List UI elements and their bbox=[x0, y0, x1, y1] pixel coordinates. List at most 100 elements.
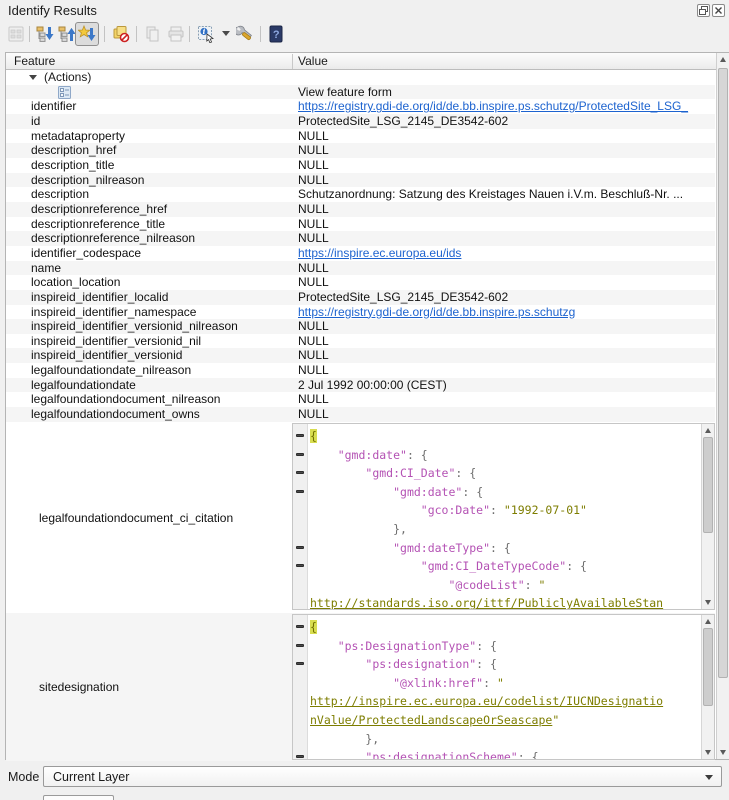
toolbar-separator bbox=[136, 26, 137, 42]
attribute-link[interactable]: https://registry.gdi-de.org/id/de.bb.ins… bbox=[298, 305, 575, 319]
table-row[interactable]: idProtectedSite_LSG_2145_DE3542-602 bbox=[6, 114, 715, 129]
fold-marker-icon[interactable] bbox=[296, 755, 304, 758]
attribute-value[interactable]: https://registry.gdi-de.org/id/de.bb.ins… bbox=[298, 305, 715, 320]
scroll-up-icon[interactable] bbox=[717, 53, 729, 66]
mode-bar: Mode Current Layer bbox=[0, 762, 729, 792]
table-row[interactable]: legalfoundationdocument_nilreasonNULL bbox=[6, 392, 715, 407]
attribute-value[interactable]: https://inspire.ec.europa.eu/ids bbox=[298, 246, 715, 261]
table-row[interactable]: legalfoundationdocument_ownsNULL bbox=[6, 407, 715, 422]
column-divider[interactable] bbox=[292, 54, 293, 69]
fold-gutter[interactable] bbox=[293, 424, 308, 609]
table-scrollbar[interactable] bbox=[716, 53, 729, 759]
fold-marker-icon[interactable] bbox=[296, 644, 304, 647]
table-row[interactable]: View feature form bbox=[6, 85, 715, 100]
attribute-value: 2 Jul 1992 00:00:00 (CEST) bbox=[298, 378, 715, 393]
copy-feature-icon[interactable] bbox=[141, 22, 165, 46]
attribute-value: NULL bbox=[298, 231, 715, 246]
close-icon[interactable] bbox=[712, 4, 725, 17]
fold-marker-icon[interactable] bbox=[296, 453, 304, 456]
view-combobox-partial[interactable] bbox=[43, 795, 114, 800]
attribute-label: legalfoundationdate bbox=[31, 378, 136, 393]
table-row[interactable]: sitedesignation { "ps:DesignationType": … bbox=[6, 613, 715, 761]
fold-gutter[interactable] bbox=[293, 615, 308, 759]
table-row[interactable]: descriptionreference_nilreasonNULL bbox=[6, 231, 715, 246]
column-header-feature[interactable]: Feature bbox=[14, 54, 55, 68]
scrollbar-thumb[interactable] bbox=[703, 437, 713, 533]
table-row[interactable]: nameNULL bbox=[6, 261, 715, 276]
fold-marker-icon[interactable] bbox=[296, 546, 304, 549]
attribute-value: NULL bbox=[298, 275, 715, 290]
collapse-expander-icon[interactable] bbox=[29, 75, 37, 80]
attribute-value[interactable]: https://registry.gdi-de.org/id/de.bb.ins… bbox=[298, 99, 715, 114]
chevron-down-icon bbox=[705, 775, 713, 780]
attribute-value: ProtectedSite_LSG_2145_DE3542-602 bbox=[298, 114, 715, 129]
fold-marker-icon[interactable] bbox=[296, 490, 304, 493]
open-form-icon[interactable] bbox=[4, 22, 28, 46]
table-row[interactable]: description_titleNULL bbox=[6, 158, 715, 173]
column-header-value[interactable]: Value bbox=[298, 54, 328, 68]
table-row[interactable]: inspireid_identifier_namespacehttps://re… bbox=[6, 305, 715, 320]
table-row[interactable]: inspireid_identifier_versionid_nilNULL bbox=[6, 334, 715, 349]
table-row[interactable]: inspireid_identifier_localidProtectedSit… bbox=[6, 290, 715, 305]
table-row[interactable]: descriptionSchutzanordnung: Satzung des … bbox=[6, 187, 715, 202]
options-wrench-icon[interactable] bbox=[233, 22, 257, 46]
attribute-label: inspireid_identifier_versionid_nilreason bbox=[31, 319, 238, 334]
attribute-value: NULL bbox=[298, 173, 715, 188]
fold-marker-icon[interactable] bbox=[296, 662, 304, 665]
svg-text:i: i bbox=[203, 27, 206, 36]
fold-marker-icon[interactable] bbox=[296, 564, 304, 567]
table-row[interactable]: description_nilreasonNULL bbox=[6, 173, 715, 188]
table-row[interactable]: legalfoundationdate 2 Jul 1992 00:00:00 (… bbox=[6, 378, 715, 393]
table-row[interactable]: (Actions) bbox=[6, 70, 715, 85]
expand-tree-icon[interactable] bbox=[33, 22, 57, 46]
editor-scrollbar[interactable] bbox=[701, 424, 714, 609]
form-view-icon[interactable] bbox=[58, 86, 71, 99]
attribute-link[interactable]: https://inspire.ec.europa.eu/ids bbox=[298, 246, 461, 260]
attribute-label: inspireid_identifier_localid bbox=[31, 290, 168, 305]
json-editor[interactable]: { "ps:DesignationType": { "ps:designatio… bbox=[292, 614, 715, 760]
table-row[interactable]: legalfoundationdate_nilreasonNULL bbox=[6, 363, 715, 378]
help-icon[interactable]: ? bbox=[264, 22, 288, 46]
expand-new-results-icon[interactable] bbox=[75, 22, 99, 46]
print-response-icon[interactable] bbox=[164, 22, 188, 46]
table-header[interactable]: Feature Value bbox=[6, 53, 728, 70]
scroll-down-icon[interactable] bbox=[702, 596, 714, 609]
table-row[interactable]: inspireid_identifier_versionid_nilreason… bbox=[6, 319, 715, 334]
action-value[interactable]: View feature form bbox=[298, 85, 715, 100]
mode-combobox[interactable]: Current Layer bbox=[43, 766, 722, 787]
scroll-down-icon[interactable] bbox=[717, 746, 729, 759]
clear-results-icon[interactable] bbox=[109, 22, 133, 46]
fold-marker-icon[interactable] bbox=[296, 471, 304, 474]
table-row[interactable]: description_hrefNULL bbox=[6, 143, 715, 158]
attribute-value: NULL bbox=[298, 261, 715, 276]
attribute-link[interactable]: https://registry.gdi-de.org/id/de.bb.ins… bbox=[298, 99, 688, 113]
table-row[interactable]: identifier_codespace https://inspire.ec.e… bbox=[6, 246, 715, 261]
toolbar: i ? bbox=[0, 20, 729, 48]
attribute-value: NULL bbox=[298, 143, 715, 158]
json-code[interactable]: { "gmd:date": { "gmd:CI_Date": { "gmd:da… bbox=[310, 427, 701, 610]
scroll-down-icon[interactable] bbox=[702, 746, 714, 759]
json-code[interactable]: { "ps:DesignationType": { "ps:designatio… bbox=[310, 618, 701, 760]
identify-mode-dropdown-arrow-icon[interactable] bbox=[222, 31, 230, 36]
attribute-label: identifier_codespace bbox=[31, 246, 141, 261]
identify-mode-icon[interactable]: i bbox=[194, 22, 218, 46]
table-row[interactable]: metadatapropertyNULL bbox=[6, 129, 715, 144]
editor-scrollbar[interactable] bbox=[701, 615, 714, 759]
table-row[interactable]: descriptionreference_hrefNULL bbox=[6, 202, 715, 217]
scrollbar-thumb[interactable] bbox=[703, 628, 713, 706]
scroll-up-icon[interactable] bbox=[702, 424, 714, 437]
attribute-label: description_title bbox=[31, 158, 114, 173]
float-icon[interactable] bbox=[697, 4, 710, 17]
fold-marker-icon[interactable] bbox=[296, 434, 304, 437]
scroll-up-icon[interactable] bbox=[702, 615, 714, 628]
json-editor[interactable]: { "gmd:date": { "gmd:CI_Date": { "gmd:da… bbox=[292, 423, 715, 610]
table-row[interactable]: descriptionreference_titleNULL bbox=[6, 217, 715, 232]
table-row[interactable]: identifierhttps://registry.gdi-de.org/id… bbox=[6, 99, 715, 114]
identify-results-panel: Identify Results bbox=[0, 0, 729, 800]
table-row[interactable]: inspireid_identifier_versionidNULL bbox=[6, 348, 715, 363]
scrollbar-thumb[interactable] bbox=[718, 68, 728, 678]
fold-marker-icon[interactable] bbox=[296, 625, 304, 628]
table-row[interactable]: legalfoundationdocument_ci_citation { "g… bbox=[6, 422, 715, 613]
attribute-label: inspireid_identifier_versionid_nil bbox=[31, 334, 201, 349]
table-row[interactable]: location_locationNULL bbox=[6, 275, 715, 290]
